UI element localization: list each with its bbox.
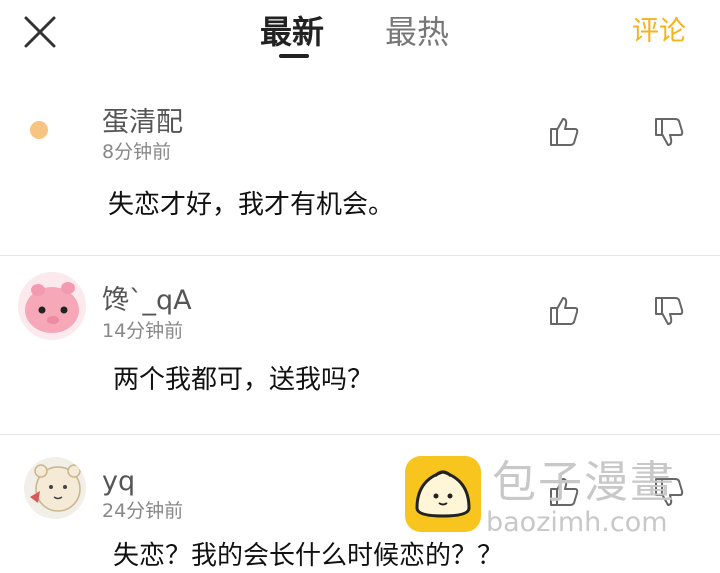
comment-text: 失恋？我的会长什么时候恋的？？ xyxy=(113,541,504,571)
comment-button[interactable]: 评论 xyxy=(632,14,686,50)
thumbs-up-icon[interactable] xyxy=(547,115,581,149)
pig-avatar-icon xyxy=(25,282,79,333)
comment-time: 24分钟前 xyxy=(102,500,184,522)
close-icon[interactable] xyxy=(22,14,58,50)
tab-latest[interactable]: 最新 xyxy=(260,10,324,54)
watermark-url: baozimh.com xyxy=(486,507,668,538)
comment-username[interactable]: yq xyxy=(102,465,135,499)
active-tab-indicator xyxy=(279,54,309,58)
bun-logo-icon xyxy=(415,470,471,518)
avatar[interactable] xyxy=(30,121,48,139)
comment-time: 8分钟前 xyxy=(102,141,172,163)
avatar[interactable] xyxy=(18,272,86,340)
watermark-logo xyxy=(405,456,481,532)
avatar[interactable] xyxy=(24,457,86,519)
comment-time: 14分钟前 xyxy=(102,320,184,342)
comment-text: 失恋才好，我才有机会。 xyxy=(108,190,395,220)
bear-avatar-icon xyxy=(30,464,81,512)
thumbs-down-icon[interactable] xyxy=(652,115,686,149)
comment-username[interactable]: 馋`_qA xyxy=(102,284,192,318)
header-bar: 最新 最热 评论 xyxy=(0,0,720,80)
comment-item: 蛋清配 8分钟前 失恋才好，我才有机会。 xyxy=(0,80,720,256)
thumbs-down-icon[interactable] xyxy=(652,294,686,328)
tab-hot[interactable]: 最热 xyxy=(385,10,449,54)
thumbs-up-icon[interactable] xyxy=(547,294,581,328)
comment-text: 两个我都可，送我吗？ xyxy=(113,365,374,395)
comment-item: 馋`_qA 14分钟前 两个我都可，送我吗？ xyxy=(0,256,720,434)
watermark-title: 包子漫畫 xyxy=(492,457,676,508)
comment-username[interactable]: 蛋清配 xyxy=(102,106,183,140)
